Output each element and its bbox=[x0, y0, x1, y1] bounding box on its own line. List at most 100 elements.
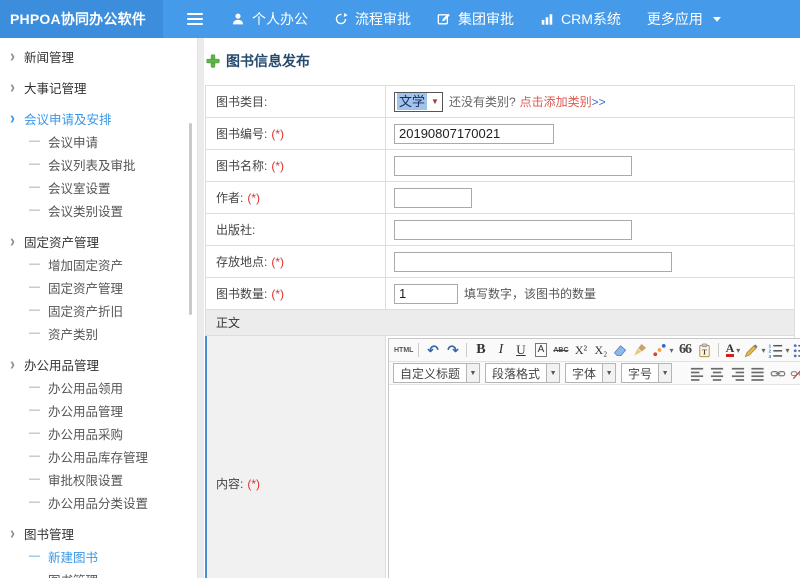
remove-format-icon[interactable] bbox=[611, 341, 630, 360]
link-icon[interactable] bbox=[768, 364, 787, 383]
sidebar-item-label: 会议列表及审批 bbox=[48, 155, 136, 174]
sidebar-item-label: 会议类别设置 bbox=[48, 201, 123, 220]
italic-icon[interactable]: I bbox=[491, 341, 510, 360]
sidebar-item-label: 审批权限设置 bbox=[48, 470, 123, 489]
dash-icon: — bbox=[29, 428, 40, 439]
required-marker: (*) bbox=[271, 159, 284, 173]
redo-icon[interactable]: ↷ bbox=[443, 341, 462, 360]
align-right-icon[interactable] bbox=[728, 364, 747, 383]
sidebar-item[interactable]: ›图书管理 bbox=[0, 522, 197, 545]
editor-content[interactable] bbox=[389, 385, 800, 578]
nav-group-approval[interactable]: 集团审批 bbox=[437, 9, 514, 29]
sidebar-item-label: 大事记管理 bbox=[24, 78, 87, 97]
align-justify-icon[interactable] bbox=[748, 364, 767, 383]
sidebar-item[interactable]: —办公用品库存管理 bbox=[0, 445, 197, 468]
book-no-input[interactable] bbox=[394, 124, 554, 144]
editor-toolbar-row2: 自定义标题▼段落格式▼字体▼字号▼ bbox=[389, 362, 800, 385]
nav-more-apps[interactable]: 更多应用 bbox=[647, 9, 722, 29]
sidebar-item[interactable]: —资产类别 bbox=[0, 322, 197, 345]
unlink-icon[interactable] bbox=[788, 364, 800, 383]
nav-item-label: 流程审批 bbox=[355, 9, 411, 29]
dash-icon: — bbox=[29, 574, 40, 578]
required-marker: (*) bbox=[271, 287, 284, 301]
sidebar-item[interactable]: —办公用品管理 bbox=[0, 399, 197, 422]
sidebar-item[interactable]: ›固定资产管理 bbox=[0, 230, 197, 253]
sidebar-item[interactable]: —增加固定资产 bbox=[0, 253, 197, 276]
chart-icon bbox=[540, 12, 554, 26]
align-left-icon[interactable] bbox=[688, 364, 707, 383]
auto-typeset-icon[interactable]: ▾ bbox=[651, 341, 674, 360]
font-color-icon[interactable]: A▾ bbox=[723, 341, 742, 360]
sidebar-item[interactable]: —办公用品分类设置 bbox=[0, 491, 197, 514]
menu-icon[interactable] bbox=[187, 13, 203, 25]
book-name-input[interactable] bbox=[394, 156, 632, 176]
caret-down-icon: ▾ bbox=[785, 346, 789, 355]
required-marker: (*) bbox=[271, 255, 284, 269]
author-input[interactable] bbox=[394, 188, 472, 208]
paragraph-format-select[interactable]: 段落格式▼ bbox=[485, 363, 560, 383]
strikethrough-icon[interactable]: ABC bbox=[551, 341, 570, 360]
sidebar-item[interactable]: —审批权限设置 bbox=[0, 468, 197, 491]
sidebar-item[interactable]: —固定资产折旧 bbox=[0, 299, 197, 322]
required-marker: (*) bbox=[271, 127, 284, 141]
sidebar-item[interactable]: —会议类别设置 bbox=[0, 199, 197, 222]
format-brush-icon[interactable] bbox=[631, 341, 650, 360]
sidebar-item[interactable]: —会议室设置 bbox=[0, 176, 197, 199]
svg-text:T: T bbox=[702, 347, 707, 356]
sidebar-item[interactable]: —新建图书 bbox=[0, 545, 197, 568]
caret-down-icon: ▼ bbox=[658, 364, 671, 382]
location-input[interactable] bbox=[394, 252, 672, 272]
undo-icon[interactable]: ↶ bbox=[423, 341, 442, 360]
sidebar-item[interactable]: —办公用品领用 bbox=[0, 376, 197, 399]
caret-down-icon: ▼ bbox=[602, 364, 615, 382]
sidebar-item[interactable]: ›会议申请及安排 bbox=[0, 107, 197, 130]
unordered-list-icon[interactable]: ▾ bbox=[792, 341, 800, 360]
nav-item-label: 集团审批 bbox=[458, 9, 514, 29]
dash-icon: — bbox=[29, 382, 40, 393]
sidebar-scrollbar[interactable] bbox=[189, 123, 192, 315]
form-row-location: 存放地点: (*) bbox=[206, 246, 794, 278]
custom-title-select[interactable]: 自定义标题▼ bbox=[393, 363, 480, 383]
sidebar-item[interactable]: › 大事记管理 bbox=[0, 76, 197, 99]
page-title: 图书信息发布 bbox=[226, 51, 310, 71]
align-center-icon[interactable] bbox=[708, 364, 727, 383]
sidebar-item[interactable]: —固定资产管理 bbox=[0, 276, 197, 299]
add-category-arrows[interactable]: >> bbox=[592, 95, 606, 109]
sidebar-item[interactable]: ›办公用品管理 bbox=[0, 353, 197, 376]
toolbar-separator bbox=[466, 343, 467, 357]
form-row-author: 作者: (*) bbox=[206, 182, 794, 214]
sidebar-item[interactable]: —会议申请 bbox=[0, 130, 197, 153]
chevron-right-icon: › bbox=[10, 79, 15, 96]
dash-icon: — bbox=[29, 259, 40, 270]
underline-icon[interactable]: U bbox=[511, 341, 530, 360]
nav-item-label: CRM系统 bbox=[561, 9, 621, 29]
nav-crm-system[interactable]: CRM系统 bbox=[540, 9, 621, 29]
subscript-icon[interactable]: X₂ bbox=[591, 341, 610, 360]
sidebar-item[interactable]: —会议列表及审批 bbox=[0, 153, 197, 176]
publisher-input[interactable] bbox=[394, 220, 632, 240]
paste-text-icon[interactable]: T bbox=[695, 341, 714, 360]
form-row-category: 图书类目: 文学 ▼ 还没有类别? 点击添加类别 >> bbox=[206, 86, 794, 118]
ordered-list-icon[interactable]: 123▾ bbox=[767, 341, 790, 360]
sidebar-item[interactable]: —办公用品采购 bbox=[0, 422, 197, 445]
superscript-icon[interactable]: X² bbox=[571, 341, 590, 360]
dash-icon: — bbox=[29, 405, 40, 416]
font-name-icon[interactable]: A bbox=[531, 341, 550, 360]
font-family-select[interactable]: 字体▼ bbox=[565, 363, 616, 383]
blockquote-icon[interactable]: 66 bbox=[675, 341, 694, 360]
category-select[interactable]: 文学 ▼ bbox=[394, 92, 443, 112]
quantity-input[interactable] bbox=[394, 284, 458, 304]
nav-personal-office[interactable]: 个人办公 bbox=[231, 9, 308, 29]
select-caret-icon: ▼ bbox=[431, 97, 439, 106]
dash-icon: — bbox=[29, 451, 40, 462]
highlight-icon[interactable]: ▾ bbox=[743, 341, 766, 360]
add-category-link[interactable]: 点击添加类别 bbox=[520, 93, 592, 110]
editor-toolbar-row1: HTML↶↷BIUAABCX²X₂▾66TA▾▾123▾▾ bbox=[389, 339, 800, 362]
sidebar-item[interactable]: —图书管理 bbox=[0, 568, 197, 578]
font-size-select[interactable]: 字号▼ bbox=[621, 363, 672, 383]
sidebar-item[interactable]: ›新闻管理 bbox=[0, 45, 197, 68]
nav-process-approval[interactable]: 流程审批 bbox=[334, 9, 411, 29]
source-icon[interactable]: HTML bbox=[393, 341, 414, 360]
user-icon bbox=[231, 12, 245, 26]
bold-icon[interactable]: B bbox=[471, 341, 490, 360]
